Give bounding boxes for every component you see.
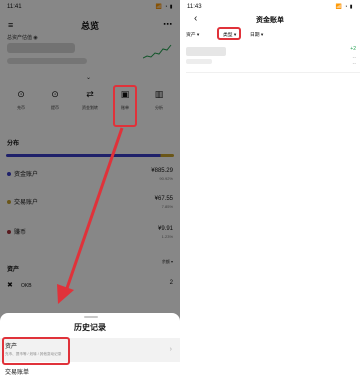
status-time: 11:43 [187,4,202,10]
bill-amount: +2 [350,46,356,52]
status-bar: 11:43 📶 ◔ ▮ [180,0,360,14]
bill-detail: -- [352,61,356,67]
bill-header: ‹ 资金账单 [180,13,360,27]
blurred-item-title [186,47,226,56]
divider [186,72,360,73]
filter-asset[interactable]: 资产 ▾ [186,31,199,38]
page-title: 资金账单 [256,17,284,24]
bill-list-item[interactable]: +2 -- -- [180,45,360,71]
blurred-item-date [186,59,212,64]
highlight-type-filter [217,27,241,40]
overview-screen: 11:41 📶 ◔ ▮ ≡ 总览 ⋯ 总资产估值 ◉ ⌄ ⊙ 充币 ⊙ 提币 ⇄… [0,0,180,376]
annotation-arrow-icon [57,127,124,304]
filter-date[interactable]: 日期 ▾ [250,31,263,38]
status-icons: 📶 ◔ ▮ [335,4,353,10]
fund-bill-screen: 11:43 📶 ◔ ▮ ‹ 资金账单 资产 ▾ 类型 ▾ 日期 ▾ +2 -- … [180,0,360,376]
filter-bar: 资产 ▾ 类型 ▾ 日期 ▾ [180,30,360,40]
